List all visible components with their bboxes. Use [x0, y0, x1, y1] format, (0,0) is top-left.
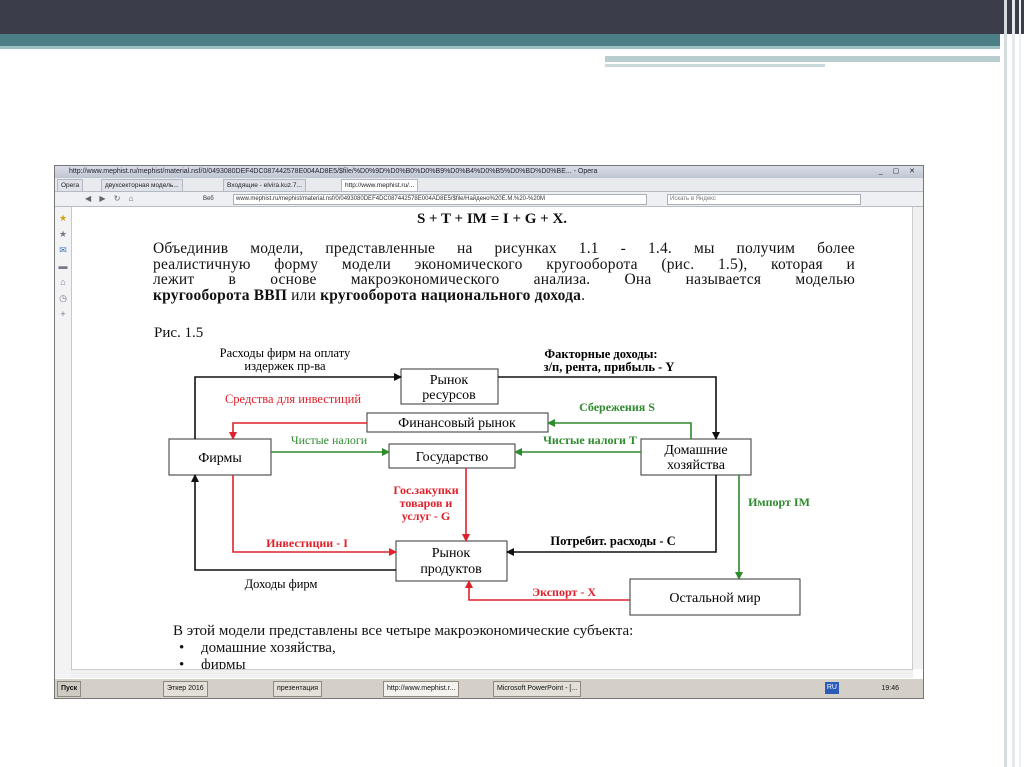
label-export: Экспорт - X [532, 585, 596, 599]
label-investment: Инвестиции - I [266, 536, 348, 550]
firms-label: Фирмы [198, 451, 242, 466]
label-firm-costs: Расходы фирм на оплату [220, 346, 351, 360]
label-firm-costs-2: издержек пр-ва [244, 359, 326, 373]
label-import: Импорт IM [748, 495, 810, 509]
downloads-icon[interactable]: ⌂ [58, 277, 68, 287]
browser-screenshot: http://www.mephist.ru/mephist/material.n… [54, 165, 924, 699]
window-titlebar: http://www.mephist.ru/mephist/material.n… [55, 166, 923, 178]
opera-sidebar: ★ ★ ✉ ▬ ⌂ ◷ + [55, 207, 72, 685]
product-market-label: Рынок [432, 546, 471, 561]
households-label-2: хозяйства [667, 458, 726, 473]
slide-deco-line [605, 56, 1000, 62]
label-savings: Сбережения S [579, 400, 655, 414]
taskbar-item[interactable]: презентация [273, 681, 323, 697]
address-toolbar: ◀ ▶ ↻ ⌂ Веб www.mephist.ru/mephist/mater… [55, 192, 923, 207]
label-factor-income: Факторные доходы: [544, 347, 657, 361]
add-panel-icon[interactable]: + [58, 309, 68, 319]
tab-mephist[interactable]: http://www.mephist.ru/... [341, 179, 419, 192]
window-title: http://www.mephist.ru/mephist/material.n… [69, 168, 598, 175]
label-gov-purchases: Гос.закупки [393, 483, 458, 497]
product-market-label-2: продуктов [420, 562, 482, 577]
history-icon[interactable]: ◷ [58, 293, 68, 304]
label-net-taxes-firms: Чистые налоги [291, 433, 368, 447]
language-indicator[interactable]: RU [824, 682, 839, 694]
households-label: Домашние [664, 443, 727, 458]
rest-of-world-label: Остальной мир [669, 591, 760, 606]
vertical-scrollbar[interactable] [912, 207, 923, 669]
bullet-item: фирмы [173, 657, 773, 669]
site-badge: Веб [203, 196, 214, 202]
slide-accent-stripe [0, 46, 1000, 49]
start-button[interactable]: Пуск [57, 681, 82, 697]
label-net-taxes-t: Чистые налоги T [543, 433, 637, 447]
resource-market-label-2: ресурсов [422, 388, 476, 403]
label-firm-income: Доходы фирм [245, 577, 318, 591]
bullet-item: домашние хозяйства, [173, 640, 773, 657]
slide-deco-vertical-3 [1019, 0, 1021, 767]
notes-icon[interactable]: ▬ [58, 261, 68, 271]
windows-taskbar: Пуск Эткер 2016 презентация http://www.m… [55, 678, 923, 698]
arrow-firm-income [191, 474, 396, 571]
search-field[interactable]: Искать в Яндекс [667, 194, 861, 205]
slide-deco-line-2 [605, 64, 825, 67]
financial-market-label: Финансовый рынок [398, 416, 516, 431]
slide-deco-vertical [1004, 0, 1007, 767]
label-consumption: Потребит. расходы - C [550, 534, 675, 548]
window-controls[interactable]: _ ▢ ✕ [879, 166, 919, 178]
resource-market-label: Рынок [430, 373, 469, 388]
tab-model[interactable]: двухсекторная модель... [101, 179, 183, 192]
tab-bar: Opera двухсекторная модель... Входящие -… [55, 178, 923, 192]
bottom-text: В этой модели представлены все четыре ма… [173, 623, 773, 669]
slide-accent-band [0, 34, 1000, 46]
label-gov-purchases-3: услуг - G [402, 509, 450, 523]
taskbar-item[interactable]: Microsoft PowerPoint - [... [493, 681, 582, 697]
favorites-icon[interactable]: ★ [58, 229, 68, 240]
government-label: Государство [416, 450, 489, 465]
circular-flow-diagram: Рынок ресурсов Финансовый рынок Фирмы Го… [168, 346, 810, 616]
tab-inbox[interactable]: Входящие - elvira.kuz.7... [223, 179, 306, 192]
page-content: S + T + IM = I + G + X. Объединив модели… [71, 207, 913, 669]
label-invest-funds: Средства для инвестиций [225, 392, 361, 406]
subjects-intro: В этой модели представлены все четыре ма… [173, 623, 634, 639]
url-field[interactable]: www.mephist.ru/mephist/material.nsf/0/04… [233, 194, 647, 205]
label-gov-purchases-2: товаров и [400, 496, 453, 510]
nav-buttons[interactable]: ◀ ▶ ↻ ⌂ [85, 192, 137, 206]
slide-deco-vertical-2 [1012, 0, 1015, 767]
taskbar-item[interactable]: Эткер 2016 [163, 681, 208, 697]
tab-opera[interactable]: Opera [57, 179, 84, 192]
mail-icon[interactable]: ✉ [58, 245, 68, 256]
slide-top-bar [0, 0, 1024, 34]
label-factor-income-2: з/п, рента, прибыль - Y [544, 360, 675, 374]
bookmarks-icon[interactable]: ★ [58, 213, 68, 224]
taskbar-item[interactable]: http://www.mephist.r... [383, 681, 460, 697]
system-clock: 19:46 [881, 685, 899, 692]
